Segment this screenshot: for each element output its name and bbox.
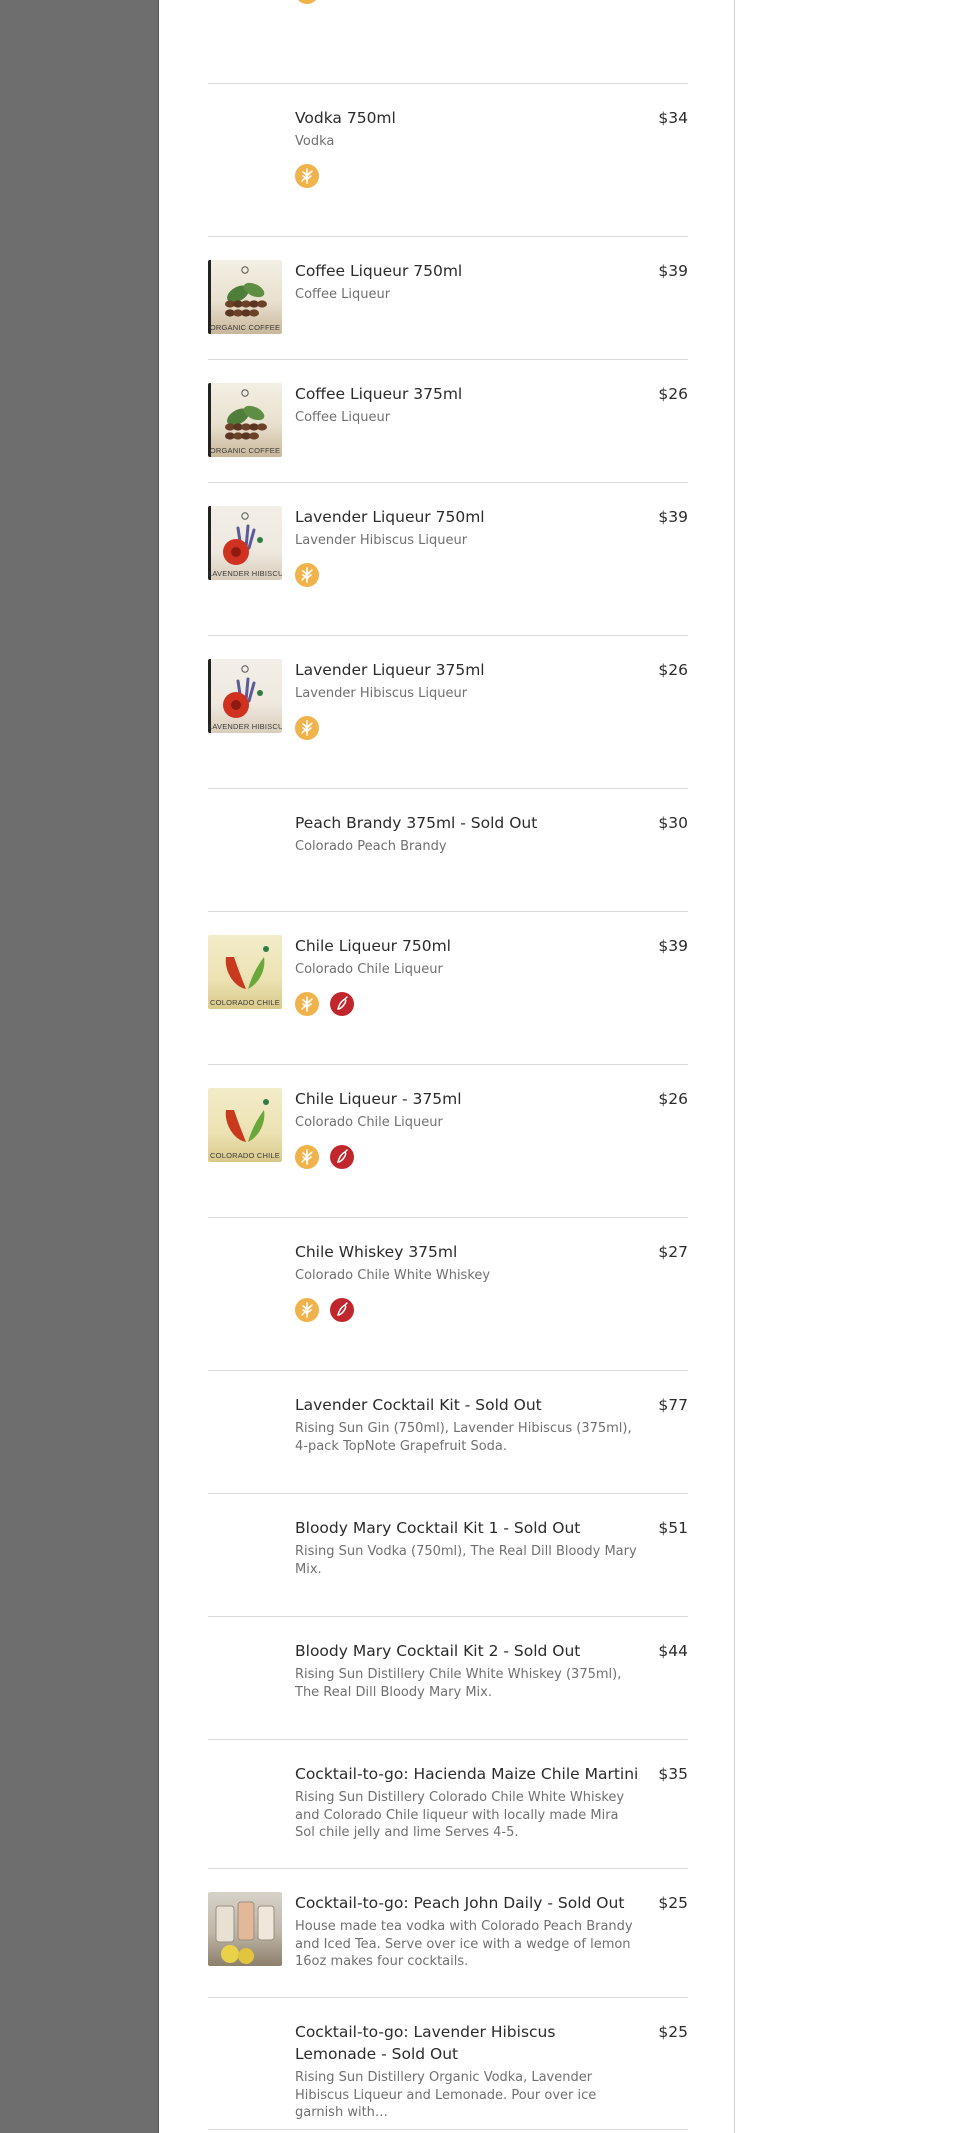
item-price: $25 xyxy=(658,1894,688,1912)
item-description: Lavender Hibiscus Liqueur xyxy=(295,533,468,548)
item-title: Cocktail-to-go: Hacienda Maize Chile Mar… xyxy=(295,1765,639,1783)
dietary-icons xyxy=(295,1298,365,1322)
chili-pepper-icon xyxy=(330,1298,354,1322)
item-description: Rising Sun Gin (750ml), Lavender Hibiscu… xyxy=(295,1421,632,1454)
menu-item[interactable]: ORGANIC COFFEE Coffee Liqueur 750ml $39 Cof… xyxy=(208,236,688,359)
item-title: Lavender Cocktail Kit - Sold Out xyxy=(295,1396,542,1414)
item-title: Bloody Mary Cocktail Kit 2 - Sold Out xyxy=(295,1642,581,1660)
item-description: Rising Sun Vodka (750ml), The Real Dill … xyxy=(295,1544,637,1577)
menu-item[interactable]: COLORADO CHILE Chile Liqueur 750ml $39 Colo… xyxy=(208,911,688,1064)
item-title: Lavender Liqueur 375ml xyxy=(295,661,485,679)
item-price: $39 xyxy=(658,508,688,526)
left-sidebar-band xyxy=(0,0,159,2133)
menu-item[interactable] xyxy=(208,0,688,83)
item-description: Rising Sun Distillery Colorado Chile Whi… xyxy=(295,1790,625,1840)
thumbnail-label: COLORADO CHILE xyxy=(210,998,280,1007)
menu-item[interactable]: Vodka 750ml $34 Vodka xyxy=(208,83,688,236)
item-title: Chile Liqueur - 375ml xyxy=(295,1090,462,1108)
item-title: Coffee Liqueur 375ml xyxy=(295,385,463,403)
content-right-border xyxy=(734,0,735,2133)
menu-item[interactable]: Cocktail-to-go: Peach John Daily - Sold … xyxy=(208,1868,688,1997)
product-thumbnail[interactable]: LAVENDER HIBISCUS xyxy=(208,659,282,733)
vegan-icon xyxy=(295,1145,319,1169)
item-divider xyxy=(208,2129,688,2130)
thumbnail-label: LAVENDER HIBISCUS xyxy=(208,722,282,731)
item-description: Colorado Peach Brandy xyxy=(295,839,447,854)
item-description: Lavender Hibiscus Liqueur xyxy=(295,686,468,701)
item-description: Colorado Chile Liqueur xyxy=(295,962,443,977)
dietary-icons xyxy=(295,1145,365,1169)
menu-item[interactable]: Bloody Mary Cocktail Kit 2 - Sold Out $44… xyxy=(208,1616,688,1739)
menu-item[interactable]: LAVENDER HIBISCUS Lavender Liqueur 750ml $… xyxy=(208,482,688,635)
vegan-icon xyxy=(295,992,319,1016)
menu-item[interactable]: Cocktail-to-go: Lavender Hibiscus Lemona… xyxy=(208,1997,688,2129)
item-price: $26 xyxy=(658,1090,688,1108)
item-description: Colorado Chile White Whiskey xyxy=(295,1268,491,1283)
thumbnail-label: COLORADO CHILE xyxy=(210,1151,280,1160)
vegan-icon xyxy=(295,1298,319,1322)
product-thumbnail[interactable]: ORGANIC COFFEE xyxy=(208,383,282,457)
chili-pepper-icon xyxy=(330,1145,354,1169)
item-price: $44 xyxy=(658,1642,688,1660)
item-description: Rising Sun Distillery Organic Vodka, Lav… xyxy=(295,2070,597,2120)
product-thumbnail[interactable]: COLORADO CHILE xyxy=(208,1088,282,1162)
item-price: $39 xyxy=(658,937,688,955)
item-description: Coffee Liqueur xyxy=(295,287,391,302)
dietary-icons xyxy=(295,563,330,587)
chili-pepper-icon xyxy=(330,992,354,1016)
item-title: Coffee Liqueur 750ml xyxy=(295,262,463,280)
item-description: Vodka xyxy=(295,134,335,149)
item-description: House made tea vodka with Colorado Peach… xyxy=(295,1919,633,1969)
menu-item[interactable]: Bloody Mary Cocktail Kit 1 - Sold Out $51… xyxy=(208,1493,688,1616)
product-thumbnail[interactable]: LAVENDER HIBISCUS xyxy=(208,506,282,580)
menu-item[interactable]: LAVENDER HIBISCUS Lavender Liqueur 375ml $… xyxy=(208,635,688,788)
item-title: Cocktail-to-go: Lavender Hibiscus Lemona… xyxy=(295,2023,556,2063)
product-thumbnail[interactable] xyxy=(208,1892,282,1966)
menu-list: Vodka 750ml $34 Vodka ORGANIC COFFEE Coffee … xyxy=(208,0,688,2133)
vegan-icon xyxy=(295,164,319,188)
item-price: $26 xyxy=(658,661,688,679)
item-price: $30 xyxy=(658,814,688,832)
item-price: $51 xyxy=(658,1519,688,1537)
item-title: Lavender Liqueur 750ml xyxy=(295,508,485,526)
item-price: $34 xyxy=(658,109,688,127)
thumbnail-label: ORGANIC COFFEE xyxy=(209,446,281,455)
item-title: Cocktail-to-go: Peach John Daily - Sold … xyxy=(295,1894,625,1912)
menu-item[interactable]: COLORADO CHILE Chile Liqueur - 375ml $26 Co… xyxy=(208,1064,688,1217)
item-price: $25 xyxy=(658,2023,688,2041)
menu-item[interactable]: Chile Whiskey 375ml $27 Colorado Chile Whi… xyxy=(208,1217,688,1370)
menu-item[interactable]: ORGANIC COFFEE Coffee Liqueur 375ml $26 Cof… xyxy=(208,359,688,482)
item-price: $27 xyxy=(658,1243,688,1261)
thumbnail-label: LAVENDER HIBISCUS xyxy=(208,569,282,578)
vegan-icon xyxy=(295,0,319,4)
item-price: $77 xyxy=(658,1396,688,1414)
item-title: Chile Whiskey 375ml xyxy=(295,1243,458,1261)
menu-item[interactable]: Peach Brandy 375ml - Sold Out $30 Colorado… xyxy=(208,788,688,911)
dietary-icons xyxy=(295,164,330,188)
product-thumbnail[interactable]: ORGANIC COFFEE xyxy=(208,260,282,334)
dietary-icons xyxy=(295,716,330,740)
dietary-icons xyxy=(295,992,365,1016)
item-price: $39 xyxy=(658,262,688,280)
vegan-icon xyxy=(295,563,319,587)
menu-item[interactable]: Cocktail-to-go: Hacienda Maize Chile Mar… xyxy=(208,1739,688,1868)
thumbnail-label: ORGANIC COFFEE xyxy=(209,323,281,332)
item-title: Vodka 750ml xyxy=(295,109,396,127)
item-description: Coffee Liqueur xyxy=(295,410,391,425)
item-title: Chile Liqueur 750ml xyxy=(295,937,451,955)
item-title: Bloody Mary Cocktail Kit 1 - Sold Out xyxy=(295,1519,581,1537)
product-thumbnail[interactable]: COLORADO CHILE xyxy=(208,935,282,1009)
item-price: $26 xyxy=(658,385,688,403)
item-description: Colorado Chile Liqueur xyxy=(295,1115,443,1130)
item-description: Rising Sun Distillery Chile White Whiske… xyxy=(295,1667,622,1700)
item-title: Peach Brandy 375ml - Sold Out xyxy=(295,814,538,832)
item-price: $35 xyxy=(658,1765,688,1783)
menu-item[interactable]: Lavender Cocktail Kit - Sold Out $77 Risin… xyxy=(208,1370,688,1493)
dietary-icons xyxy=(295,0,330,4)
vegan-icon xyxy=(295,716,319,740)
